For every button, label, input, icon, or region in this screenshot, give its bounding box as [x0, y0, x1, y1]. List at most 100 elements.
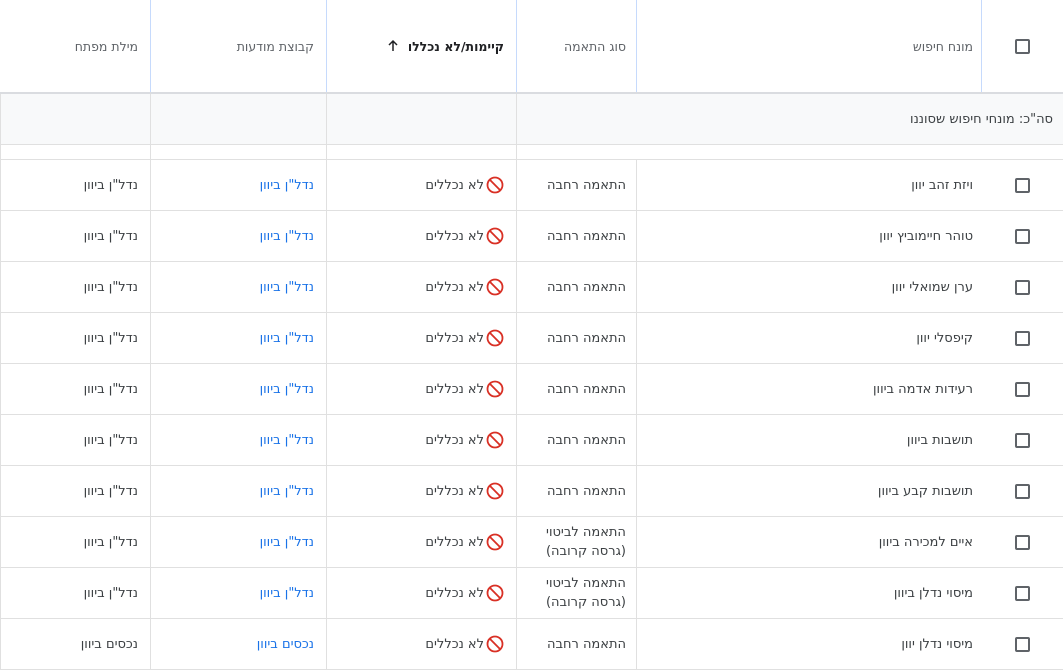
header-term-label: מונח חיפוש — [912, 38, 973, 54]
keyword: נדל"ן ביוון — [83, 279, 138, 295]
row-select-cell — [981, 262, 1063, 312]
row-checkbox[interactable] — [1014, 636, 1030, 652]
match-type-cell: התאמה לביטוי (גרסה קרובה) — [516, 517, 636, 567]
table-header: מונח חיפוש סוג התאמה קיימות/לא נכללו קבו… — [0, 0, 1063, 94]
search-term-cell: רעידות אדמה ביוון — [636, 364, 981, 414]
match-type-cell: התאמה רחבה — [516, 619, 636, 669]
status-label: לא נכללים — [425, 381, 484, 397]
keyword: נדל"ן ביוון — [83, 432, 138, 448]
total-label-cell: סה"כ: מונחי חיפוש שסוננו — [636, 94, 1063, 144]
table-row: ערן שמואלי יוון התאמה רחבה לא נכללים נדל… — [0, 262, 1063, 313]
ad-group-link[interactable]: נדל"ן ביוון — [260, 280, 314, 295]
ban-icon — [486, 533, 504, 551]
match-type: התאמה רחבה — [547, 482, 626, 501]
match-type: התאמה לביטוי (גרסה קרובה) — [546, 523, 626, 561]
match-type-line1: התאמה רחבה — [546, 279, 626, 295]
total-row: סה"כ: מונחי חיפוש שסוננו — [0, 94, 1063, 145]
search-terms-table: מונח חיפוש סוג התאמה קיימות/לא נכללו קבו… — [0, 0, 1063, 670]
row-checkbox[interactable] — [1014, 585, 1030, 601]
excluded-status: לא נכללים — [425, 533, 504, 551]
row-checkbox[interactable] — [1014, 279, 1030, 295]
ad-group-link[interactable]: נדל"ן ביוון — [260, 535, 314, 550]
status-label: לא נכללים — [425, 483, 484, 499]
search-term-cell: טוהר חיימוביץ יוון — [636, 211, 981, 261]
keyword: נדל"ן ביוון — [83, 330, 138, 346]
status-label: לא נכללים — [425, 279, 484, 295]
total-match-cell — [516, 94, 636, 144]
row-select-cell — [981, 619, 1063, 669]
row-checkbox[interactable] — [1014, 483, 1030, 499]
ad-group-link[interactable]: נדל"ן ביוון — [260, 229, 314, 244]
total-label: סה"כ: מונחי חיפוש שסוננו — [910, 111, 1053, 127]
match-type: התאמה רחבה — [547, 431, 626, 450]
status-cell: לא נכללים — [326, 211, 516, 261]
search-term: מיסוי נדלן ביוון — [893, 585, 973, 601]
keyword-cell: נדל"ן ביוון — [0, 415, 150, 465]
ad-group-link[interactable]: נדל"ן ביוון — [260, 178, 314, 193]
header-keyword[interactable]: מילת מפתח — [0, 0, 150, 92]
keyword: נדל"ן ביוון — [83, 228, 138, 244]
ban-icon — [486, 329, 504, 347]
table-row: קיפסלי יוון התאמה רחבה לא נכללים נדל"ן ב… — [0, 313, 1063, 364]
keyword-cell: נדל"ן ביוון — [0, 313, 150, 363]
status-label: לא נכללים — [425, 534, 484, 550]
status-cell: לא נכללים — [326, 466, 516, 516]
row-checkbox[interactable] — [1014, 330, 1030, 346]
match-type-cell: התאמה רחבה — [516, 262, 636, 312]
ad-group-cell: נכסים ביוון — [150, 619, 326, 669]
row-select-cell — [981, 466, 1063, 516]
ad-group-cell: נדל"ן ביוון — [150, 466, 326, 516]
match-type-line1: התאמה רחבה — [546, 483, 626, 499]
match-type: התאמה רחבה — [547, 278, 626, 297]
ad-group-cell: נדל"ן ביוון — [150, 415, 326, 465]
status-cell: לא נכללים — [326, 262, 516, 312]
match-type-cell: התאמה רחבה — [516, 313, 636, 363]
row-select-cell — [981, 160, 1063, 210]
select-all-checkbox[interactable] — [1015, 38, 1030, 54]
row-checkbox[interactable] — [1014, 177, 1030, 193]
status-cell: לא נכללים — [326, 517, 516, 567]
ad-group-cell: נדל"ן ביוון — [150, 364, 326, 414]
row-checkbox[interactable] — [1014, 534, 1030, 550]
search-term-cell: קיפסלי יוון — [636, 313, 981, 363]
match-type: התאמה רחבה — [547, 329, 626, 348]
header-match-type[interactable]: סוג התאמה — [516, 0, 636, 92]
header-match-label: סוג התאמה — [563, 38, 626, 54]
ban-icon — [486, 278, 504, 296]
ban-icon — [486, 635, 504, 653]
ad-group-cell: נדל"ן ביוון — [150, 160, 326, 210]
ad-group-link[interactable]: נכסים ביוון — [257, 637, 314, 652]
keyword-cell: נדל"ן ביוון — [0, 364, 150, 414]
search-term-cell: ערן שמואלי יוון — [636, 262, 981, 312]
row-checkbox[interactable] — [1014, 381, 1030, 397]
search-term-cell: תושבות ביוון — [636, 415, 981, 465]
ad-group-cell: נדל"ן ביוון — [150, 517, 326, 567]
ban-icon — [486, 176, 504, 194]
ad-group-cell: נדל"ן ביוון — [150, 313, 326, 363]
row-select-cell — [981, 568, 1063, 618]
ad-group-cell: נדל"ן ביוון — [150, 211, 326, 261]
ad-group-link[interactable]: נדל"ן ביוון — [260, 382, 314, 397]
row-checkbox[interactable] — [1014, 228, 1030, 244]
status-label: לא נכללים — [425, 228, 484, 244]
header-ad-group[interactable]: קבוצת מודעות — [150, 0, 326, 92]
status-label: לא נכללים — [425, 177, 484, 193]
search-term: קיפסלי יוון — [916, 330, 973, 346]
match-type-cell: התאמה רחבה — [516, 160, 636, 210]
ad-group-link[interactable]: נדל"ן ביוון — [260, 331, 314, 346]
header-term[interactable]: מונח חיפוש — [636, 0, 981, 92]
match-type: התאמה רחבה — [547, 176, 626, 195]
ban-icon — [486, 584, 504, 602]
sort-status-button[interactable]: קיימות/לא נכללו — [386, 39, 504, 54]
ban-icon — [486, 482, 504, 500]
row-checkbox[interactable] — [1014, 432, 1030, 448]
match-type-line1: התאמה לביטוי — [546, 525, 626, 540]
ad-group-link[interactable]: נדל"ן ביוון — [260, 586, 314, 601]
ad-group-link[interactable]: נדל"ן ביוון — [260, 433, 314, 448]
status-label: לא נכללים — [425, 636, 484, 652]
header-status[interactable]: קיימות/לא נכללו — [326, 0, 516, 92]
match-type-cell: התאמה רחבה — [516, 466, 636, 516]
ad-group-link[interactable]: נדל"ן ביוון — [260, 484, 314, 499]
keyword: נדל"ן ביוון — [83, 534, 138, 550]
table-row: מיסוי נדלן ביוון התאמה לביטוי (גרסה קרובה… — [0, 568, 1063, 619]
